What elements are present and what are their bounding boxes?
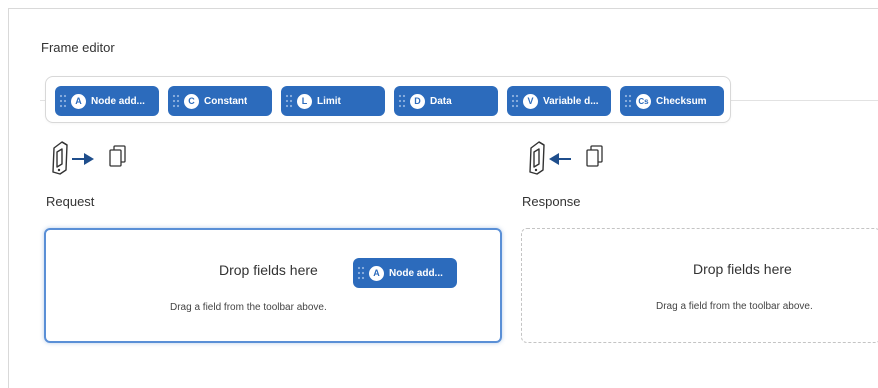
drag-handle-icon — [172, 94, 180, 108]
chip-variable-data[interactable]: V Variable d... — [507, 86, 611, 116]
badge-icon: D — [410, 93, 425, 109]
badge-icon: Cs — [636, 93, 651, 109]
chip-data[interactable]: D Data — [394, 86, 498, 116]
chip-label: Node add... — [389, 267, 443, 279]
drop-zone-hint: Drag a field from the toolbar above. — [656, 301, 813, 312]
dragged-chip-node-address[interactable]: A Node add... — [353, 258, 457, 288]
request-drop-zone[interactable]: Drop fields here Drag a field from the t… — [44, 228, 502, 343]
badge-icon: L — [297, 93, 312, 109]
chip-label: Node add... — [91, 95, 145, 107]
response-drop-zone[interactable]: Drop fields here Drag a field from the t… — [521, 228, 878, 343]
drag-handle-icon — [511, 94, 519, 108]
pages-to-device-arrow-icon — [529, 141, 603, 175]
drop-zone-hint: Drag a field from the toolbar above. — [170, 302, 327, 313]
drag-handle-icon — [59, 94, 67, 108]
drag-handle-icon — [357, 266, 365, 280]
badge-icon: A — [369, 265, 384, 281]
page-title: Frame editor — [41, 40, 115, 55]
chip-constant[interactable]: C Constant — [168, 86, 272, 116]
drag-handle-icon — [624, 94, 632, 108]
chip-limit[interactable]: L Limit — [281, 86, 385, 116]
drop-zone-title: Drop fields here — [219, 262, 318, 278]
chip-checksum[interactable]: Cs Checksum — [620, 86, 724, 116]
chip-label: Constant — [204, 95, 248, 107]
chip-label: Variable d... — [543, 95, 599, 107]
drag-handle-icon — [285, 94, 293, 108]
response-label: Response — [522, 194, 581, 209]
badge-icon: C — [184, 93, 199, 109]
chip-node-address[interactable]: A Node add... — [55, 86, 159, 116]
drop-zone-title: Drop fields here — [693, 261, 792, 277]
chip-label: Limit — [317, 95, 341, 107]
chip-label: Data — [430, 95, 452, 107]
drag-handle-icon — [398, 94, 406, 108]
request-label: Request — [46, 194, 95, 209]
badge-icon: A — [71, 93, 86, 109]
badge-icon: V — [523, 93, 538, 109]
chip-label: Checksum — [656, 95, 707, 107]
device-to-pages-arrow-icon — [52, 141, 126, 175]
